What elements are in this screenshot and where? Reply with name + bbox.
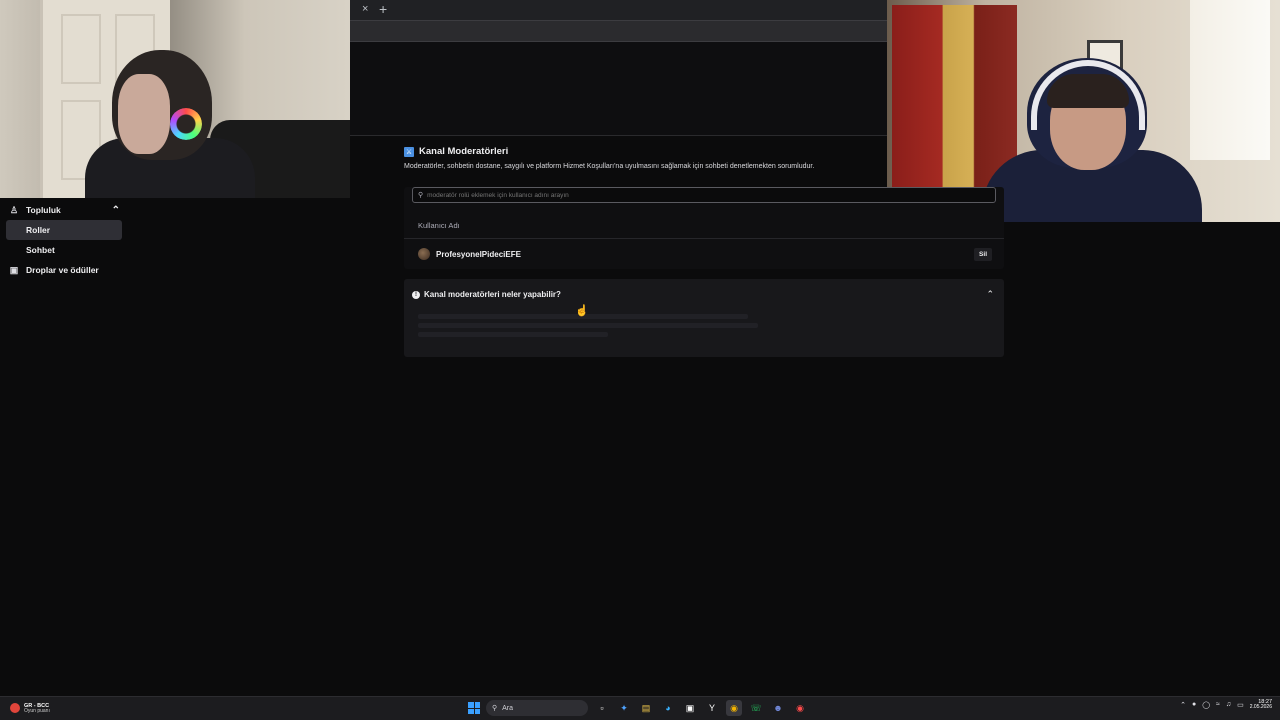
chevron-up-icon[interactable]: ⌃ [986, 289, 994, 300]
taskbar-search-label: Ara [502, 704, 514, 712]
close-tab-icon[interactable]: × [362, 3, 368, 15]
faq-accordion[interactable]: ! Kanal moderatörleri neler yapabilir? ⌃ [404, 279, 1004, 357]
weather-widget[interactable]: GR - BCC Oyun puanı [10, 703, 50, 715]
people-icon: ♙ [9, 204, 19, 215]
tray-app-icon[interactable]: ● [1192, 701, 1196, 708]
wifi-icon[interactable]: ≈ [1216, 701, 1220, 708]
remove-moderator-button[interactable]: Sil [974, 247, 992, 261]
screen: × + ♙ Topluluk ⌃ Roller Sohbet ▣ Droplar… [0, 0, 1280, 720]
sidebar-item-drops[interactable]: ▣ Droplar ve ödüller [0, 260, 128, 280]
title-row: ⚔ Kanal Moderatörleri [404, 146, 1004, 157]
y-app-icon[interactable]: Y [704, 700, 720, 716]
info-icon: ! [412, 290, 420, 299]
headset-rgb-ring [170, 108, 202, 140]
browser-toolbar [350, 20, 887, 42]
taskbar-search[interactable]: ⚲ Ara [486, 700, 588, 716]
faq-question: Kanal moderatörleri neler yapabilir? [424, 290, 561, 299]
system-tray: ⌃ ● ◯ ≈ ♫ ▭ 18:27 2.05.2026 [1180, 699, 1272, 711]
search-icon: ⚲ [492, 705, 498, 712]
moderator-username[interactable]: ProfesyonelPideciEFE [436, 250, 521, 259]
task-view-icon[interactable]: ▫ [594, 700, 610, 716]
sword-icon: ⚔ [404, 146, 414, 157]
site-top-area [350, 42, 887, 136]
taskbar: GR - BCC Oyun puanı ⚲ Ara ▫ ✦ ▤ ◕ ▣ Y ◉ … [0, 696, 1280, 720]
record-app-icon[interactable]: ◉ [792, 700, 808, 716]
edge-icon[interactable]: ◕ [660, 700, 676, 716]
faq-answer-line [418, 332, 608, 337]
speaker-icon[interactable]: ♫ [1226, 701, 1231, 708]
faq-answer [412, 314, 996, 337]
page-description: Moderatörler, sohbetin dostane, saygılı … [404, 163, 815, 170]
weather-line2: Oyun puanı [24, 707, 50, 714]
battery-icon[interactable]: ▭ [1237, 701, 1244, 709]
window [1190, 0, 1270, 160]
chrome-icon[interactable]: ◉ [726, 700, 742, 716]
page-title: Kanal Moderatörleri [419, 146, 509, 157]
file-explorer-icon[interactable]: ▤ [638, 700, 654, 716]
sidebar-item-label: Roller [26, 225, 51, 235]
search-icon: ⚲ [418, 192, 424, 199]
column-header-username: Kullanıcı Adı [404, 203, 1004, 239]
chevron-up-icon[interactable]: ⌃ [1180, 701, 1186, 709]
clock[interactable]: 18:27 2.05.2026 [1250, 699, 1272, 711]
weather-icon [10, 703, 20, 714]
webcam-left [0, 0, 350, 198]
avatar [418, 248, 430, 260]
copilot-icon[interactable]: ✦ [616, 700, 632, 716]
moderator-search-input[interactable] [427, 191, 868, 199]
hand-cursor-icon: ☝ [575, 305, 589, 317]
sidebar-item-chat[interactable]: Sohbet [6, 240, 122, 260]
discord-icon[interactable]: ☻ [770, 700, 786, 716]
faq-answer-line [418, 323, 758, 328]
sidebar-item-label: Droplar ve ödüller [26, 265, 99, 275]
tray-app-icon[interactable]: ◯ [1202, 701, 1210, 709]
sidebar-section-label: Topluluk [26, 205, 61, 215]
table-row: ProfesyonelPideciEFE Sil [404, 239, 1004, 269]
moderator-search[interactable]: ⚲ [412, 187, 996, 203]
gift-icon: ▣ [9, 264, 19, 275]
chevron-up-icon[interactable]: ⌃ [112, 205, 120, 216]
moderators-card: ⚲ Kullanıcı Adı ProfesyonelPideciEFE Sil [404, 187, 1004, 269]
new-tab-icon[interactable]: + [379, 1, 387, 17]
streamer-face [118, 74, 170, 154]
clock-date: 2.05.2026 [1249, 704, 1272, 711]
sidebar-section-community[interactable]: ♙ Topluluk ⌃ [0, 200, 128, 220]
sidebar: ♙ Topluluk ⌃ Roller Sohbet ▣ Droplar ve … [0, 198, 128, 280]
browser-tab-strip: × + [350, 0, 887, 20]
moderators-panel: ⚔ Kanal Moderatörleri Moderatörler, sohb… [404, 146, 1004, 357]
sidebar-item-label: Sohbet [26, 245, 55, 255]
taskbar-apps: ⚲ Ara ▫ ✦ ▤ ◕ ▣ Y ◉ ☏ ☻ ◉ [468, 700, 808, 716]
whatsapp-icon[interactable]: ☏ [748, 700, 764, 716]
windows-start-icon[interactable] [468, 702, 480, 714]
sidebar-item-roles[interactable]: Roller [6, 220, 122, 240]
faq-header[interactable]: ! Kanal moderatörleri neler yapabilir? ⌃ [412, 289, 996, 300]
store-icon[interactable]: ▣ [682, 700, 698, 716]
